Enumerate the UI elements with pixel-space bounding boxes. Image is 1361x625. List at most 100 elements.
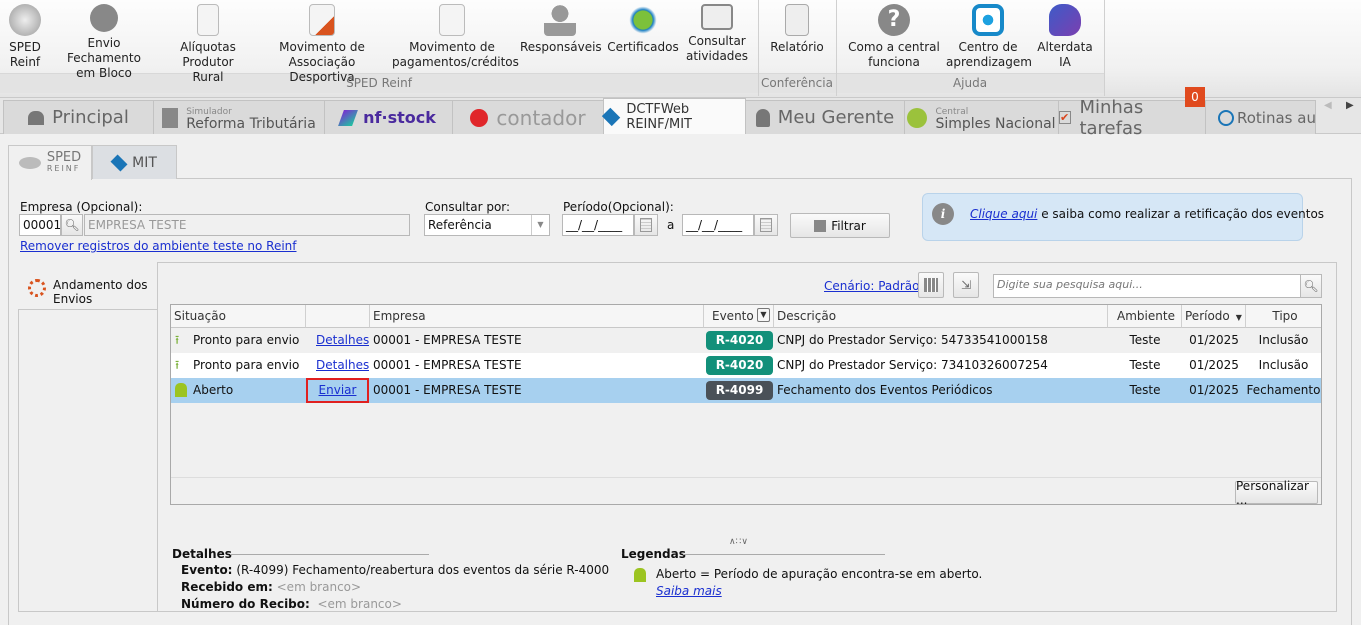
enviar-highlight[interactable]: Enviar: [306, 378, 369, 403]
column-header-descricao[interactable]: Descrição: [774, 305, 1108, 328]
label: Evento: [712, 309, 754, 323]
centro-aprendizagem-button[interactable]: Centro de aprendizagem: [946, 4, 1032, 70]
tab-simples-nacional[interactable]: Central Simples Nacional: [904, 100, 1059, 134]
periodo-label: Período(Opcional):: [563, 200, 674, 214]
tab-rotinas[interactable]: Rotinas automa: [1205, 100, 1316, 134]
module-tabs: Principal Simulador Reforma Tributária nf…: [0, 97, 1361, 139]
empresa-search-button[interactable]: 🔍︎: [61, 214, 83, 236]
column-header-situacao[interactable]: Situação: [171, 305, 306, 328]
scenario-link[interactable]: Cenário: Padrão: [824, 279, 919, 293]
report-icon: [785, 4, 809, 36]
column-header-action[interactable]: [306, 305, 370, 328]
envio-fechamento-button[interactable]: Envio Fechamento em Bloco: [52, 4, 156, 81]
certificados-button[interactable]: Certificados: [606, 4, 680, 55]
sped-reinf-icon: [9, 4, 41, 36]
personalizar-button[interactable]: Personalizar ...: [1235, 479, 1318, 507]
columns-button[interactable]: [918, 272, 944, 298]
filter-icon[interactable]: ▼: [757, 308, 770, 322]
label: atividades: [686, 49, 749, 63]
funnel-icon: [814, 219, 827, 232]
tab-principal[interactable]: Principal: [3, 100, 154, 134]
column-header-ambiente[interactable]: Ambiente: [1108, 305, 1182, 328]
como-central-funciona-button[interactable]: ? Como a central funciona: [848, 4, 940, 70]
unlock-icon: [634, 568, 646, 582]
section-title: Andamento dos Envios: [53, 278, 148, 306]
label: SPED: [46, 150, 82, 165]
divider: [171, 477, 1321, 478]
tab-label: Reforma Tributária: [186, 115, 316, 132]
scroll-right-icon[interactable]: ▶: [1346, 100, 1354, 111]
detail-recebido: Recebido em: <em branco>: [181, 580, 361, 594]
clique-aqui-link[interactable]: Clique aqui: [970, 207, 1037, 221]
table-row[interactable]: ⭱ Pronto para envio Detalhes 00001 - EMP…: [171, 353, 1321, 378]
user-icon: [755, 108, 770, 127]
column-header-periodo[interactable]: Período ▼: [1182, 305, 1246, 328]
legend-title: Legendas: [621, 547, 686, 561]
value: <em branco>: [317, 597, 402, 611]
empresa-label: Empresa (Opcional):: [20, 200, 143, 214]
contador-logo-icon: [470, 108, 489, 127]
consultar-atividades-button[interactable]: Consultar atividades: [686, 4, 748, 64]
select-button[interactable]: ⇲: [953, 272, 979, 298]
splitter-handle-icon[interactable]: ∧∷∨: [729, 537, 748, 547]
tab-label: DCTFWeb REINF/MIT: [626, 101, 692, 132]
aliquotas-button[interactable]: Alíquotas Produtor Rural: [166, 4, 250, 85]
table-row-selected[interactable]: Aberto Enviar 00001 - EMPRESA TESTE R-40…: [171, 378, 1321, 403]
value: <em branco>: [276, 580, 362, 594]
document-icon: [197, 4, 219, 36]
upload-icon: ⭱: [175, 333, 180, 347]
tipo: Fechamento: [1246, 383, 1321, 397]
tab-dctfweb[interactable]: DCTFWeb REINF/MIT: [601, 98, 746, 134]
events-grid: Situação Empresa Evento ▼ Descrição Ambie…: [170, 304, 1322, 505]
periodo-to-input[interactable]: __/__/____: [682, 214, 754, 236]
upload-icon: ⭱: [175, 358, 180, 372]
subtab-mit[interactable]: MIT: [92, 145, 177, 179]
nfstock-logo-icon: [338, 109, 359, 126]
tipo: Inclusão: [1258, 333, 1309, 347]
search-button[interactable]: 🔍︎: [1300, 274, 1322, 298]
filter-button[interactable]: Filtrar: [790, 213, 890, 238]
column-header-empresa[interactable]: Empresa: [370, 305, 704, 328]
detalhes-link[interactable]: Detalhes: [316, 353, 369, 378]
sped-reinf-button[interactable]: SPED Reinf: [4, 4, 46, 70]
detalhes-link[interactable]: Detalhes: [316, 328, 369, 353]
tab-simulador[interactable]: Simulador Reforma Tributária: [153, 100, 325, 134]
detail-evento: Evento: (R-4099) Fechamento/reabertura d…: [181, 563, 609, 577]
sort-desc-icon: ▼: [1235, 313, 1242, 322]
remove-test-records-link[interactable]: Remover registros do ambiente teste no R…: [20, 239, 297, 253]
tab-nfstock[interactable]: nf·stock: [324, 100, 453, 134]
enviar-link[interactable]: Enviar: [319, 383, 357, 397]
table-row[interactable]: ⭱ Pronto para envio Detalhes 00001 - EMP…: [171, 328, 1321, 353]
saiba-mais-link[interactable]: Saiba mais: [656, 584, 722, 598]
movimento-pagamentos-button[interactable]: Movimento de pagamentos/créditos: [392, 4, 519, 70]
label: Movimento de: [409, 40, 495, 54]
subtab-sped-reinf[interactable]: SPED REINF: [8, 145, 92, 180]
consultar-select[interactable]: Referência ▼: [424, 214, 550, 236]
relatorio-button[interactable]: Relatório: [764, 4, 830, 55]
info-text: e saiba como realizar a retificação dos …: [1037, 207, 1325, 221]
chevron-down-icon: ▼: [531, 215, 549, 235]
calendar-from-button[interactable]: [634, 214, 658, 236]
column-header-evento[interactable]: Evento ▼: [704, 305, 774, 328]
tab-label: contador: [496, 105, 586, 130]
empresa: 00001 - EMPRESA TESTE: [373, 333, 522, 347]
add-user-icon: [544, 4, 576, 36]
movimento-associacao-button[interactable]: Movimento de Associação Desportiva: [258, 4, 386, 85]
search-input[interactable]: Digite sua pesquisa aqui...: [993, 274, 1301, 298]
tab-minhas-tarefas[interactable]: ✔ Minhas tarefas: [1058, 97, 1206, 139]
calendar-to-button[interactable]: [754, 214, 778, 236]
help-icon: ?: [878, 4, 910, 36]
label: Centro de: [958, 40, 1018, 54]
simples-logo-icon: [907, 107, 928, 128]
section-tab[interactable]: Andamento dos Envios: [18, 262, 158, 310]
alterdata-ia-button[interactable]: Alterdata IA: [1036, 4, 1094, 70]
column-header-tipo[interactable]: Tipo: [1246, 305, 1321, 328]
responsaveis-button[interactable]: Responsáveis: [520, 4, 602, 55]
tab-meu-gerente[interactable]: Meu Gerente: [745, 100, 905, 134]
scroll-left-icon[interactable]: ◀: [1324, 100, 1332, 111]
periodo-from-input[interactable]: __/__/____: [562, 214, 634, 236]
empresa-code-input[interactable]: 00001: [19, 214, 61, 236]
periodo: 01/2025: [1189, 358, 1239, 372]
tab-label: Rotinas automa: [1237, 108, 1316, 127]
tab-contador[interactable]: contador: [452, 100, 604, 134]
